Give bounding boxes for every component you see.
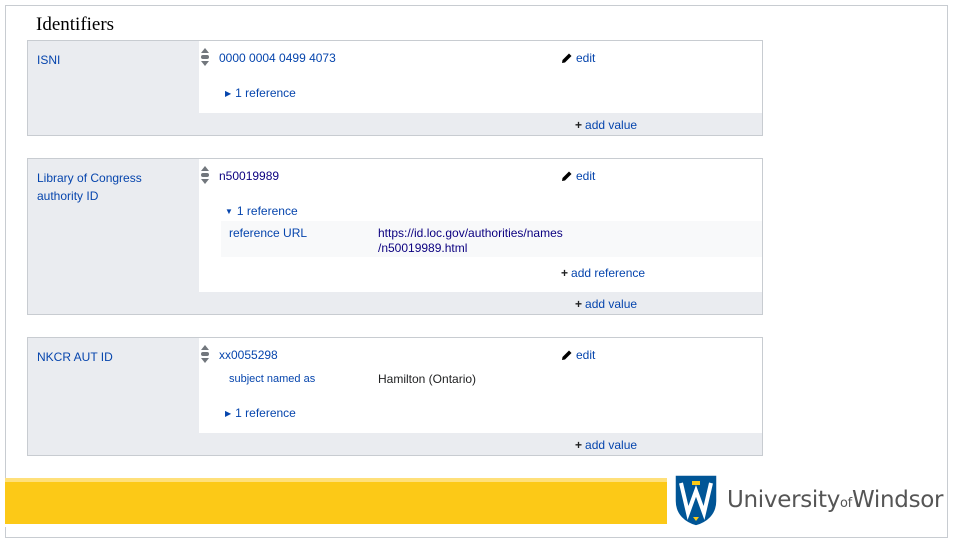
reference-block: reference URL https://id.loc.gov/authori… xyxy=(221,221,762,257)
pencil-icon xyxy=(562,350,572,360)
statement-value-link[interactable]: 0000 0004 0499 4073 xyxy=(219,51,336,65)
references-toggle[interactable]: ▶ 1 reference xyxy=(225,86,296,100)
edit-button[interactable]: edit xyxy=(561,348,595,362)
property-label[interactable]: ISNI xyxy=(37,51,187,69)
footer-band-edge xyxy=(5,524,667,527)
edit-button[interactable]: edit xyxy=(561,169,595,183)
plus-icon: + xyxy=(561,266,569,280)
add-value-bar: + add value xyxy=(28,113,762,135)
add-value-bar: + add value xyxy=(28,292,762,314)
statement-nkcr: NKCR AUT ID xx0055298 edit subject named… xyxy=(27,337,763,456)
university-logo: UniversityofWindsor xyxy=(673,473,943,527)
add-value-button[interactable]: + add value xyxy=(575,118,637,132)
add-value-button[interactable]: + add value xyxy=(575,438,637,452)
references-toggle[interactable]: ▶ 1 reference xyxy=(225,406,296,420)
university-wordmark: UniversityofWindsor xyxy=(727,487,944,513)
add-value-bar: + add value xyxy=(28,433,762,455)
statement-value-link[interactable]: n50019989 xyxy=(219,169,279,183)
statement-isni: ISNI 0000 0004 0499 4073 edit ▶ 1 refere… xyxy=(27,40,763,136)
plus-icon: + xyxy=(575,438,583,452)
pencil-icon xyxy=(562,171,572,181)
property-label[interactable]: NKCR AUT ID xyxy=(37,348,187,366)
normal-rank-icon[interactable] xyxy=(199,165,211,185)
edit-button[interactable]: edit xyxy=(561,51,595,65)
plus-icon: + xyxy=(575,297,583,311)
references-toggle[interactable]: ▼ 1 reference xyxy=(225,204,298,218)
plus-icon: + xyxy=(575,118,583,132)
property-label[interactable]: Library of Congress authority ID xyxy=(37,169,187,205)
normal-rank-icon[interactable] xyxy=(199,344,211,364)
statement-value-link[interactable]: xx0055298 xyxy=(219,348,278,362)
add-reference-button[interactable]: + add reference xyxy=(561,266,645,280)
pencil-icon xyxy=(562,53,572,63)
statement-value-area: 0000 0004 0499 4073 edit ▶ 1 reference xyxy=(199,41,762,113)
normal-rank-icon[interactable] xyxy=(199,47,211,67)
qualifier-property[interactable]: subject named as xyxy=(229,373,315,385)
triangle-down-icon: ▼ xyxy=(225,206,233,216)
statement-loc: Library of Congress authority ID n500199… xyxy=(27,158,763,315)
reference-url-link[interactable]: https://id.loc.gov/authorities/names /n5… xyxy=(378,226,563,256)
statement-value-area: xx0055298 edit subject named as Hamilton… xyxy=(199,338,762,433)
triangle-right-icon: ▶ xyxy=(225,88,232,98)
footer-gold-band xyxy=(5,482,667,524)
reference-property[interactable]: reference URL xyxy=(229,226,307,240)
triangle-right-icon: ▶ xyxy=(225,408,232,418)
section-heading: Identifiers xyxy=(36,14,115,35)
statement-value-area: n50019989 edit ▼ 1 reference reference U… xyxy=(199,159,762,292)
qualifier-value: Hamilton (Ontario) xyxy=(378,372,477,386)
university-shield-icon xyxy=(674,474,718,527)
add-value-button[interactable]: + add value xyxy=(575,297,637,311)
